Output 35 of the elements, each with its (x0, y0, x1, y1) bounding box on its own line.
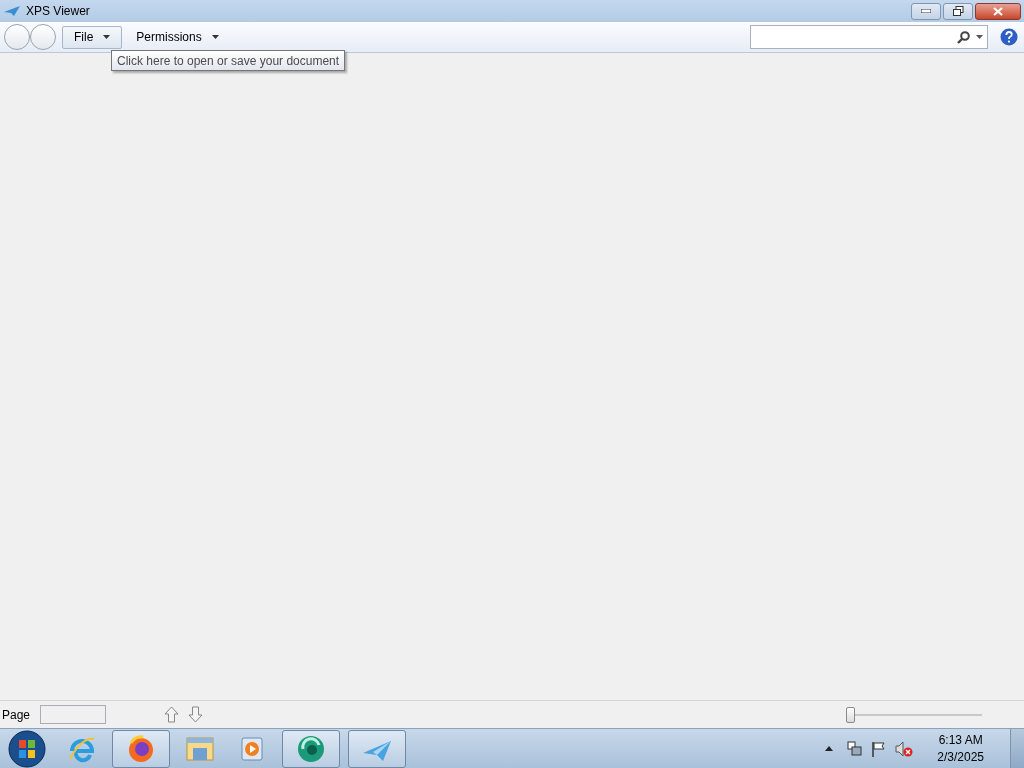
flag-icon[interactable] (871, 740, 888, 757)
search-field[interactable] (750, 25, 988, 49)
zoom-slider[interactable] (846, 706, 982, 723)
slider-thumb[interactable] (846, 706, 855, 723)
page-label: Page (2, 706, 31, 724)
window-title: XPS Viewer (26, 3, 90, 20)
caret-icon (103, 35, 111, 39)
close-button[interactable] (975, 2, 1021, 20)
caret-icon (211, 35, 219, 39)
search-icon (957, 30, 970, 44)
taskbar-button[interactable] (348, 729, 406, 768)
paper-plane-icon (4, 6, 20, 16)
show-desktop-button[interactable] (1010, 729, 1024, 768)
taskbar-button[interactable] (112, 729, 170, 768)
menu-button[interactable]: File (62, 25, 123, 49)
clock-time[interactable]: 6:13 AM (938, 731, 983, 749)
taskbar-button[interactable] (282, 729, 340, 768)
arrow-up-icon[interactable] (164, 706, 180, 723)
minimize-icon (921, 9, 931, 13)
back-button[interactable] (4, 24, 30, 50)
clock-date[interactable]: 2/3/2025 (937, 748, 984, 766)
caret-icon (976, 35, 983, 39)
close-icon (993, 6, 1003, 16)
restore-icon (952, 6, 964, 16)
muted-speaker-icon[interactable] (895, 740, 914, 757)
menu-button[interactable]: Permissions (124, 25, 231, 49)
network-icon[interactable] (847, 740, 864, 757)
forward-button[interactable] (30, 24, 56, 50)
page-field[interactable] (40, 705, 107, 724)
restore-button[interactable] (943, 2, 973, 20)
help-icon[interactable] (1000, 28, 1018, 46)
tooltip: Click here to open or save your document (111, 50, 346, 71)
show-hidden-icon[interactable] (825, 746, 834, 751)
start-button[interactable] (8, 729, 46, 768)
arrow-down-icon[interactable] (188, 706, 204, 723)
